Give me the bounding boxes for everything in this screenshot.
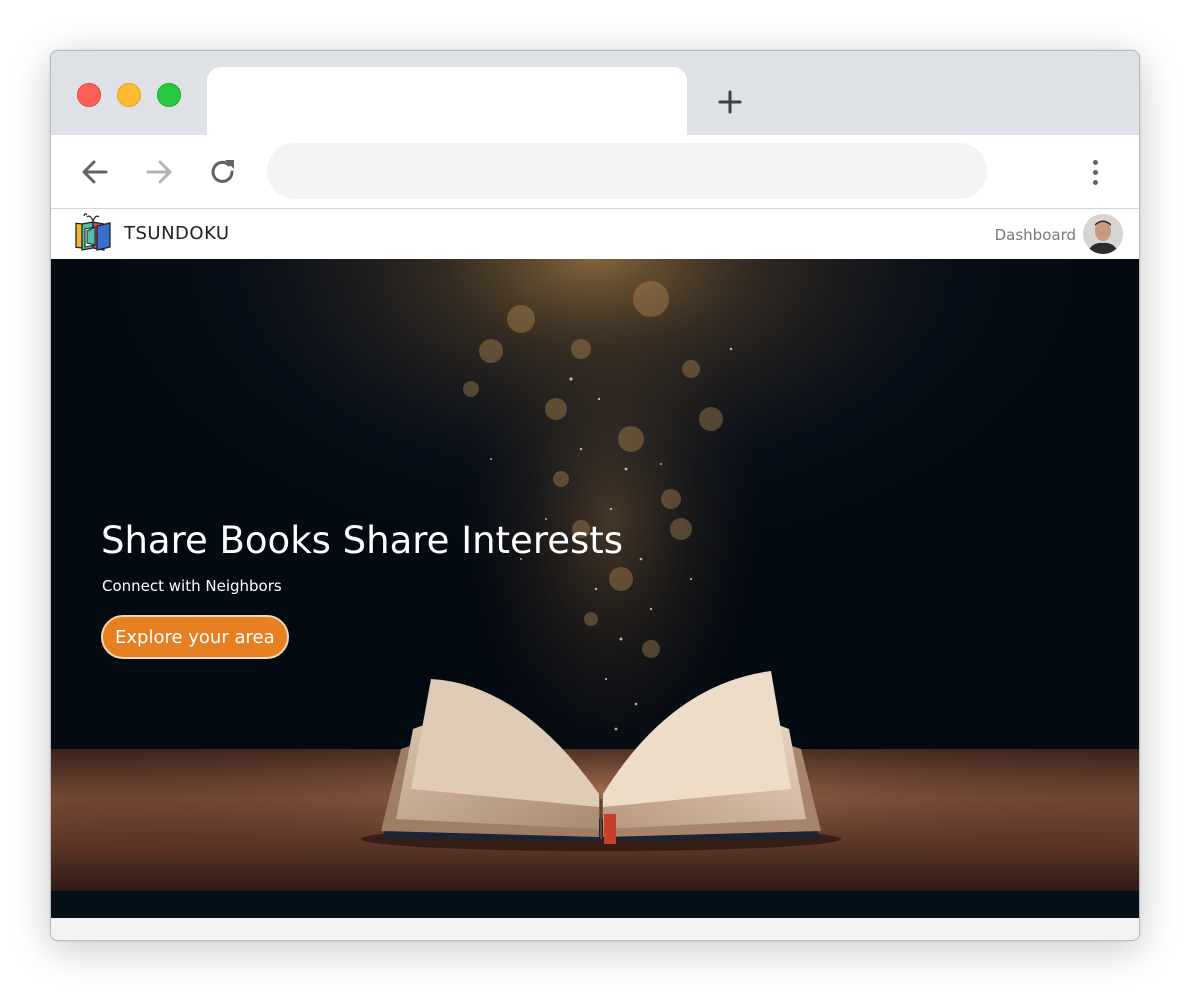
back-button[interactable] (78, 155, 112, 189)
plus-icon (718, 90, 742, 114)
close-window-button[interactable] (77, 83, 101, 107)
hero-subtitle: Connect with Neighbors (102, 577, 282, 595)
reload-icon (211, 160, 234, 183)
site-navbar: TSUNDOKU Dashboard (51, 209, 1139, 259)
tab-strip (51, 51, 1139, 135)
avatar-photo (1083, 214, 1123, 254)
address-bar[interactable] (267, 143, 987, 199)
dashboard-link[interactable]: Dashboard (995, 226, 1076, 244)
explore-area-button[interactable]: Explore your area (101, 615, 289, 659)
forward-button[interactable] (142, 155, 176, 189)
browser-window: TSUNDOKU Dashboard Share Books Share Int… (50, 50, 1140, 941)
hero-section: Share Books Share Interests Connect with… (51, 259, 1139, 918)
reload-button[interactable] (206, 155, 240, 189)
kebab-dot (1092, 159, 1098, 165)
tsundoku-logo-icon[interactable] (73, 213, 113, 253)
browser-tab-active[interactable] (207, 67, 687, 135)
new-tab-button[interactable] (715, 87, 745, 117)
page-footer-strip (51, 918, 1139, 940)
kebab-dot (1092, 169, 1098, 175)
maximize-window-button[interactable] (157, 83, 181, 107)
hero-title: Share Books Share Interests (101, 519, 624, 562)
user-avatar[interactable] (1083, 214, 1123, 254)
kebab-dot (1092, 179, 1098, 185)
arrow-right-icon (146, 160, 172, 184)
brand-name[interactable]: TSUNDOKU (124, 223, 230, 244)
browser-menu-button[interactable] (1081, 155, 1109, 189)
minimize-window-button[interactable] (117, 83, 141, 107)
browser-toolbar (51, 135, 1139, 209)
arrow-left-icon (82, 160, 108, 184)
